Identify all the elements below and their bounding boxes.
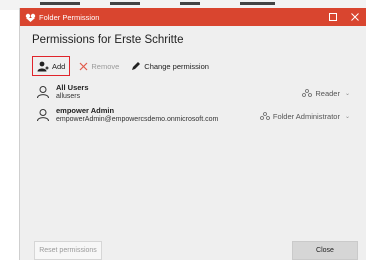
close-icon (351, 13, 359, 21)
user-name: All Users (56, 83, 89, 92)
permission-list: All Users allusers Reader ⌄ empower Admi… (32, 83, 356, 127)
title-bar: Folder Permission (20, 8, 366, 26)
role-label: Folder Administrator (272, 112, 340, 121)
remove-x-icon (79, 62, 88, 70)
chevron-down-icon: ⌄ (344, 91, 350, 97)
user-icon (37, 109, 49, 122)
close-button[interactable]: Close (292, 241, 358, 260)
maximize-button[interactable] (322, 8, 344, 26)
permission-toolbar: Add Remove Change permission (32, 55, 218, 77)
window-title: Folder Permission (39, 12, 100, 22)
change-permission-button[interactable]: Change permission (128, 57, 212, 75)
close-window-button[interactable] (344, 8, 366, 26)
user-icon (37, 86, 49, 99)
dialog-heading: Permissions for Erste Schritte (32, 34, 184, 46)
permission-row[interactable]: All Users allusers Reader ⌄ (32, 83, 356, 104)
user-name: empower Admin (56, 106, 115, 115)
role-label: Reader (315, 89, 340, 98)
user-detail: allusers (56, 93, 81, 100)
add-label: Add (52, 61, 66, 71)
group-icon (259, 112, 270, 120)
remove-label: Remove (91, 61, 120, 71)
group-icon (302, 89, 313, 97)
chevron-down-icon: ⌄ (344, 114, 350, 120)
add-user-icon (37, 61, 49, 71)
change-permission-label: Change permission (144, 61, 209, 71)
reset-permissions-button[interactable]: Reset permissions (34, 241, 102, 260)
app-logo-icon (24, 11, 36, 23)
remove-button[interactable]: Remove (76, 57, 122, 75)
pencil-icon (132, 62, 141, 70)
permission-row[interactable]: empower Admin empowerAdmin@empowercsdemo… (32, 106, 356, 127)
maximize-icon (329, 13, 337, 21)
role-dropdown[interactable]: Reader ⌄ (302, 89, 350, 98)
add-button[interactable]: Add (32, 56, 71, 76)
folder-permission-dialog: Folder Permission Permissions for Erste … (19, 8, 366, 260)
user-detail: empowerAdmin@empowercsdemo.onmicrosoft.c… (56, 116, 219, 123)
role-dropdown[interactable]: Folder Administrator ⌄ (259, 112, 350, 121)
